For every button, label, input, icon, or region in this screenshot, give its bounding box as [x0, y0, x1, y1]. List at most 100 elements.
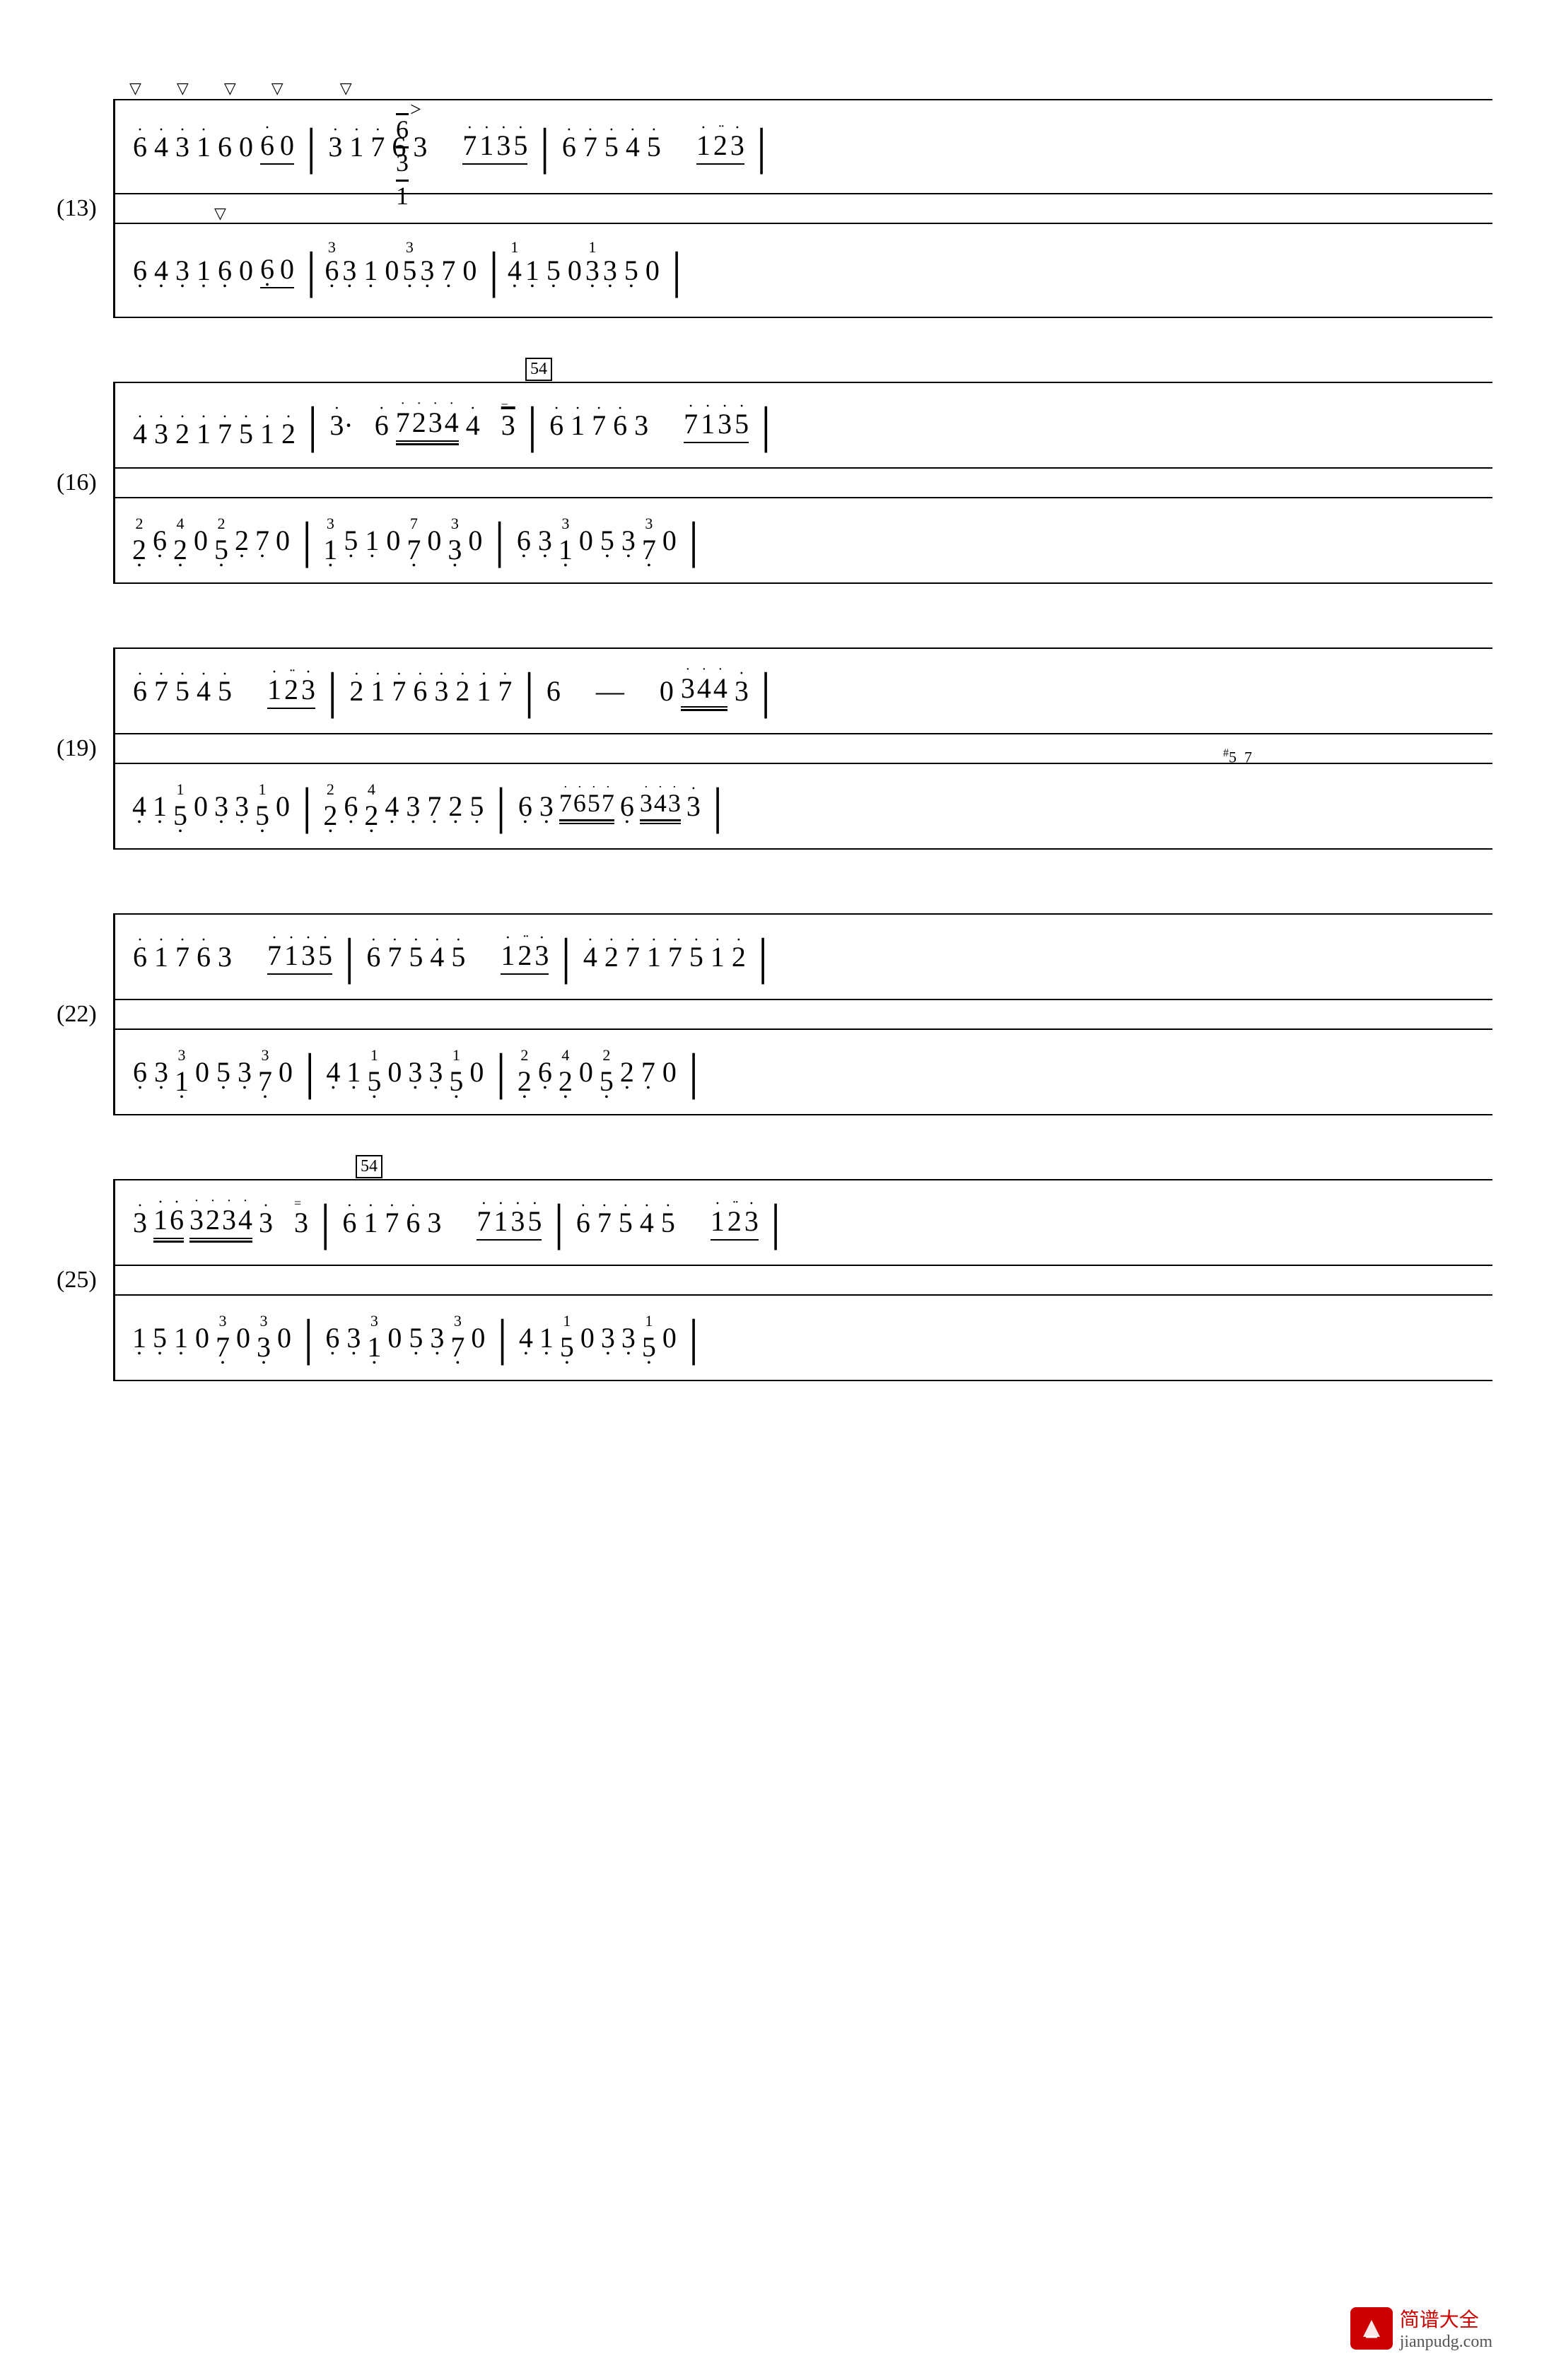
note-lo5-m3l13b: 5: [624, 254, 638, 287]
note-7-m2u13: 7: [370, 113, 385, 180]
note-lo7-m2l13: 7: [441, 254, 455, 287]
lower-staff-22: 6 3 3 1 0 5 3 3 7 0 |: [115, 1028, 1492, 1115]
staves-col-16: 54 4 3 2 1 7 5 1 2 | 3· 6: [115, 382, 1492, 584]
staves-col-13: ▽ ▽ ▽ ▽ ▽ 6 4 3 1 6 0: [115, 99, 1492, 318]
note-lo6-m1l13: 6: [133, 237, 147, 304]
note-0b-m2l13: 0: [462, 254, 477, 287]
chord-lo-m2b-13: 3 5: [402, 254, 416, 287]
bar-l13-2: |: [480, 241, 507, 300]
grand-staff-16: 54 4 3 2 1 7 5 1 2 | 3· 6: [113, 382, 1492, 584]
page: (13) > 6 3 1 ▽ ▽ ▽ ▽: [0, 0, 1549, 2380]
group-3234-25: ·3 ·2 ·3 ·4: [189, 1203, 252, 1243]
section-number-16: (16): [57, 469, 97, 496]
note-7-m3u13: 7: [583, 113, 597, 180]
group-7135-16: 7 1 3 5: [684, 407, 749, 444]
note-lo1-m2l13: 1: [363, 254, 378, 287]
staves-col-25: 54 3 1 6 ·3: [115, 1179, 1492, 1381]
group-123-19: 1 2 3: [267, 673, 315, 710]
note-6-m2u13: 6: [392, 113, 406, 180]
note-5-m3u13b: 5: [647, 113, 661, 180]
note-6-m1u13: 6: [133, 113, 147, 180]
upper-staff-25: 54 3 1 6 ·3: [115, 1179, 1492, 1266]
grand-staff-19: 6 7 5 4 5 1 2 3 |: [113, 647, 1492, 850]
note-lo3-m1l13: 3: [175, 237, 189, 304]
lower-staff-19: 4 1 1 5 0 3 3 1 5: [115, 763, 1492, 850]
section-number-25: (25): [57, 1267, 97, 1294]
note-0c-m3l13: 0: [568, 254, 582, 287]
note-0d-m3l13: 0: [645, 254, 660, 287]
group-7234-16: ·7 ·2 ·3 ·4: [396, 406, 459, 445]
bar-l13-1: |: [298, 241, 325, 300]
bar-l13-3: |: [663, 241, 690, 300]
note-lo4-m1l13: 4: [154, 237, 168, 304]
note-0-m1u13: 0: [239, 113, 253, 180]
upper-staff-13: ▽ ▽ ▽ ▽ ▽ 6 4 3 1 6 0: [115, 99, 1492, 194]
upper-staff-19: 6 7 5 4 5 1 2 3 |: [115, 647, 1492, 734]
note-5-m3u13: 5: [604, 113, 619, 180]
group-7135-25: 7 1 3 5: [477, 1204, 542, 1241]
group-16-25: 1 6: [153, 1203, 184, 1243]
bar-13-2: |: [531, 117, 558, 176]
note-4-m3u13: 4: [626, 113, 640, 180]
chord-lo-m2-13: 3 6: [325, 254, 339, 287]
note-3-m2u13b: 3: [413, 113, 427, 180]
group-123-22: 1 2 3: [501, 939, 549, 975]
note-0-m2l13: 0: [385, 254, 399, 287]
note-lo3c-m3l13: 3: [603, 254, 617, 287]
rehearsal-54-16: 54: [525, 358, 552, 381]
lower-staff-16: 2 2 6 4 2 0 2 5 2 7: [115, 497, 1492, 584]
note-4-m1u13: 4: [154, 113, 168, 180]
note-lo60-ul-13: 6 0: [260, 252, 294, 289]
staves-col-22: 6 1 7 6 3 7 1 3 5 |: [115, 913, 1492, 1115]
note-lo60-m1l13: 6: [218, 237, 232, 304]
bar-13-1: |: [298, 117, 325, 176]
group-123-25: 1 2 3: [711, 1204, 759, 1241]
note-6-m1u13b: 6: [218, 113, 232, 180]
section-19: (19) 6 7 5 4 5 1 2 3: [57, 647, 1492, 850]
note-lo5-m3l13: 5: [546, 254, 561, 287]
lower-staff-25: 1 5 1 0 3 7 0 3 3 0 |: [115, 1294, 1492, 1381]
section-number-13: (13): [57, 195, 97, 222]
note-0-m1l13: 0: [239, 237, 253, 304]
logo-icon: [1350, 2307, 1393, 2350]
group-7135-13: 7 1 3 5: [462, 129, 527, 165]
note-1-m1u13: 1: [197, 113, 211, 180]
group-7135-22: 7 1 3 5: [267, 939, 332, 975]
group-123-13: 1 2 3: [696, 129, 744, 165]
mordent-marks-13: ▽ ▽ ▽ ▽ ▽: [129, 79, 352, 98]
grand-staff-25: 54 3 1 6 ·3: [113, 1179, 1492, 1381]
logo-chinese: 简谱大全: [1400, 2304, 1492, 2333]
section-13: (13) > 6 3 1 ▽ ▽ ▽ ▽: [57, 99, 1492, 318]
group-3443-19: ·3 ·4 ·4: [681, 672, 727, 711]
note-3-m2u13: 3: [328, 113, 342, 180]
section-16: (16) 54 4 3 2 1 7 5 1 2 |: [57, 382, 1492, 584]
upper-staff-22: 6 1 7 6 3 7 1 3 5 |: [115, 913, 1492, 1000]
grand-staff-22: 6 1 7 6 3 7 1 3 5 |: [113, 913, 1492, 1115]
note-1-m2u13: 1: [349, 113, 363, 180]
note-6-m3u13: 6: [562, 113, 576, 180]
chord-lo-m3b-13: 1 3: [585, 254, 600, 287]
bar-13-3: |: [748, 117, 775, 176]
watermark: 简谱大全 jianpudg.com: [1350, 2304, 1492, 2352]
upper-staff-16: 54 4 3 2 1 7 5 1 2 | 3· 6: [115, 382, 1492, 469]
note-60-underline-13: 6 0: [260, 129, 294, 165]
note-lo1-m1l13: 1: [197, 237, 211, 304]
mordent-below-13: ▽: [214, 204, 226, 223]
grand-staff-13: ▽ ▽ ▽ ▽ ▽ 6 4 3 1 6 0: [113, 99, 1492, 318]
staves-col-19: 6 7 5 4 5 1 2 3 |: [115, 647, 1492, 850]
note-lo1-m3l13: 1: [525, 254, 539, 287]
section-25: (25) 54 3 1 6: [57, 1179, 1492, 1381]
note-lo3b-m2l13: 3: [420, 254, 434, 287]
logo-text-group: 简谱大全 jianpudg.com: [1400, 2304, 1492, 2352]
lower-staff-13: ▽ 6 4 3: [115, 223, 1492, 318]
group-7657-19: ·7 ·6 ·5 ·7: [559, 788, 614, 824]
chord-lo-m3-13: 1 4: [508, 254, 522, 287]
section-number-22: (22): [57, 1001, 97, 1028]
rehearsal-54-25: 54: [356, 1155, 382, 1178]
section-number-19: (19): [57, 735, 97, 762]
note-lo3-m2l13: 3: [342, 254, 356, 287]
logo-url: jianpudg.com: [1400, 2333, 1492, 2352]
section-22: (22) 6 1 7 6 3 7 1 3: [57, 913, 1492, 1115]
group-3433-19: ·3 ·4 ·3: [640, 788, 681, 824]
note-3-m1u13: 3: [175, 113, 189, 180]
